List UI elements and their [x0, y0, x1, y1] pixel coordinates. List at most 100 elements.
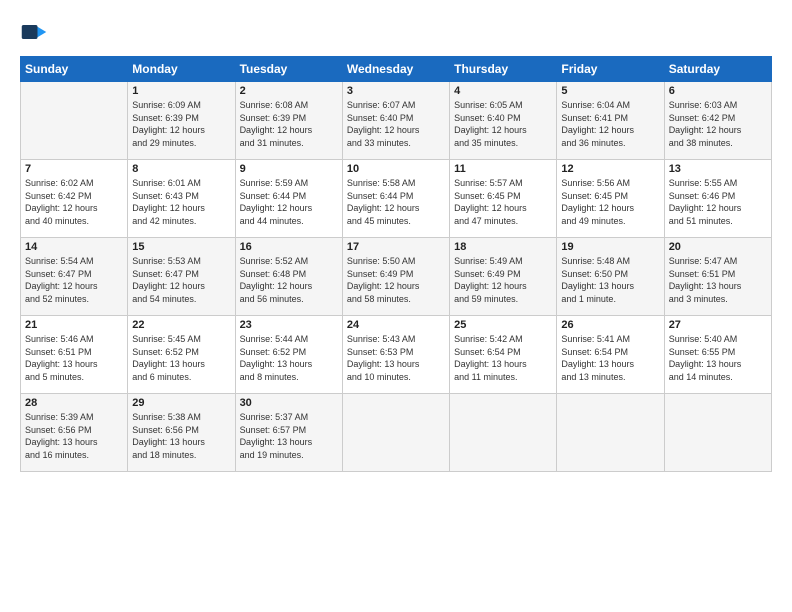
calendar-cell: 9 Sunrise: 5:59 AM Sunset: 6:44 PM Daylig… — [235, 160, 342, 238]
weekday-header-friday: Friday — [557, 57, 664, 82]
calendar-cell: 15 Sunrise: 5:53 AM Sunset: 6:47 PM Dayli… — [128, 238, 235, 316]
weekday-header-tuesday: Tuesday — [235, 57, 342, 82]
calendar-cell: 11Sunrise: 5:57 AM Sunset: 6:45 PM Dayli… — [450, 160, 557, 238]
calendar-cell: 22 Sunrise: 5:45 AM Sunset: 6:52 PM Dayli… — [128, 316, 235, 394]
day-info: Sunrise: 6:08 AM Sunset: 6:39 PM Dayligh… — [240, 99, 338, 149]
logo — [20, 18, 52, 46]
day-info: Sunrise: 5:39 AM Sunset: 6:56 PM Dayligh… — [25, 411, 123, 461]
day-number: 13 — [669, 163, 767, 175]
day-number: 25 — [454, 319, 552, 331]
calendar-cell: 17 Sunrise: 5:50 AM Sunset: 6:49 PM Dayli… — [342, 238, 449, 316]
day-info: Sunrise: 5:43 AM Sunset: 6:53 PM Dayligh… — [347, 333, 445, 383]
day-info: Sunrise: 5:48 AM Sunset: 6:50 PM Dayligh… — [561, 255, 659, 305]
day-number: 12 — [561, 163, 659, 175]
calendar-cell: 20 Sunrise: 5:47 AM Sunset: 6:51 PM Dayli… — [664, 238, 771, 316]
calendar-cell: 25 Sunrise: 5:42 AM Sunset: 6:54 PM Dayli… — [450, 316, 557, 394]
day-info: Sunrise: 5:55 AM Sunset: 6:46 PM Dayligh… — [669, 177, 767, 227]
day-number: 30 — [240, 397, 338, 409]
day-number: 7 — [25, 163, 123, 175]
calendar-cell: 16 Sunrise: 5:52 AM Sunset: 6:48 PM Dayli… — [235, 238, 342, 316]
calendar-cell — [342, 394, 449, 472]
day-number: 18 — [454, 241, 552, 253]
day-info: Sunrise: 6:07 AM Sunset: 6:40 PM Dayligh… — [347, 99, 445, 149]
day-info: Sunrise: 5:40 AM Sunset: 6:55 PM Dayligh… — [669, 333, 767, 383]
calendar-week-1: 1Sunrise: 6:09 AM Sunset: 6:39 PM Daylig… — [21, 82, 772, 160]
day-number: 23 — [240, 319, 338, 331]
day-number: 24 — [347, 319, 445, 331]
logo-icon — [20, 18, 48, 46]
day-info: Sunrise: 5:54 AM Sunset: 6:47 PM Dayligh… — [25, 255, 123, 305]
calendar-week-2: 7 Sunrise: 6:02 AM Sunset: 6:42 PM Daylig… — [21, 160, 772, 238]
day-number: 9 — [240, 163, 338, 175]
day-number: 4 — [454, 85, 552, 97]
day-info: Sunrise: 5:47 AM Sunset: 6:51 PM Dayligh… — [669, 255, 767, 305]
day-number: 20 — [669, 241, 767, 253]
day-info: Sunrise: 5:50 AM Sunset: 6:49 PM Dayligh… — [347, 255, 445, 305]
day-number: 10 — [347, 163, 445, 175]
day-info: Sunrise: 5:38 AM Sunset: 6:56 PM Dayligh… — [132, 411, 230, 461]
day-number: 29 — [132, 397, 230, 409]
day-info: Sunrise: 5:49 AM Sunset: 6:49 PM Dayligh… — [454, 255, 552, 305]
calendar-table: SundayMondayTuesdayWednesdayThursdayFrid… — [20, 56, 772, 472]
day-info: Sunrise: 5:45 AM Sunset: 6:52 PM Dayligh… — [132, 333, 230, 383]
day-info: Sunrise: 5:59 AM Sunset: 6:44 PM Dayligh… — [240, 177, 338, 227]
calendar-cell: 1Sunrise: 6:09 AM Sunset: 6:39 PM Daylig… — [128, 82, 235, 160]
calendar-cell: 12 Sunrise: 5:56 AM Sunset: 6:45 PM Dayli… — [557, 160, 664, 238]
day-info: Sunrise: 5:56 AM Sunset: 6:45 PM Dayligh… — [561, 177, 659, 227]
calendar-cell: 24 Sunrise: 5:43 AM Sunset: 6:53 PM Dayli… — [342, 316, 449, 394]
calendar-cell: 26Sunrise: 5:41 AM Sunset: 6:54 PM Dayli… — [557, 316, 664, 394]
day-number: 8 — [132, 163, 230, 175]
calendar-cell: 23 Sunrise: 5:44 AM Sunset: 6:52 PM Dayli… — [235, 316, 342, 394]
day-info: Sunrise: 6:01 AM Sunset: 6:43 PM Dayligh… — [132, 177, 230, 227]
weekday-header-saturday: Saturday — [664, 57, 771, 82]
calendar-cell — [557, 394, 664, 472]
calendar-cell: 19Sunrise: 5:48 AM Sunset: 6:50 PM Dayli… — [557, 238, 664, 316]
calendar-cell: 18 Sunrise: 5:49 AM Sunset: 6:49 PM Dayli… — [450, 238, 557, 316]
calendar-cell: 6 Sunrise: 6:03 AM Sunset: 6:42 PM Daylig… — [664, 82, 771, 160]
day-info: Sunrise: 5:57 AM Sunset: 6:45 PM Dayligh… — [454, 177, 552, 227]
calendar-cell: 7 Sunrise: 6:02 AM Sunset: 6:42 PM Daylig… — [21, 160, 128, 238]
calendar-cell — [664, 394, 771, 472]
day-number: 2 — [240, 85, 338, 97]
day-number: 28 — [25, 397, 123, 409]
day-info: Sunrise: 5:53 AM Sunset: 6:47 PM Dayligh… — [132, 255, 230, 305]
calendar-cell — [21, 82, 128, 160]
calendar-week-4: 21Sunrise: 5:46 AM Sunset: 6:51 PM Dayli… — [21, 316, 772, 394]
calendar-cell: 28 Sunrise: 5:39 AM Sunset: 6:56 PM Dayli… — [21, 394, 128, 472]
day-info: Sunrise: 6:04 AM Sunset: 6:41 PM Dayligh… — [561, 99, 659, 149]
day-number: 16 — [240, 241, 338, 253]
calendar-cell: 2 Sunrise: 6:08 AM Sunset: 6:39 PM Daylig… — [235, 82, 342, 160]
day-info: Sunrise: 6:09 AM Sunset: 6:39 PM Dayligh… — [132, 99, 230, 149]
calendar-cell: 30 Sunrise: 5:37 AM Sunset: 6:57 PM Dayli… — [235, 394, 342, 472]
day-number: 17 — [347, 241, 445, 253]
weekday-header-wednesday: Wednesday — [342, 57, 449, 82]
day-number: 5 — [561, 85, 659, 97]
calendar-cell: 10Sunrise: 5:58 AM Sunset: 6:44 PM Dayli… — [342, 160, 449, 238]
day-info: Sunrise: 5:37 AM Sunset: 6:57 PM Dayligh… — [240, 411, 338, 461]
day-info: Sunrise: 6:03 AM Sunset: 6:42 PM Dayligh… — [669, 99, 767, 149]
calendar-week-5: 28 Sunrise: 5:39 AM Sunset: 6:56 PM Dayli… — [21, 394, 772, 472]
day-info: Sunrise: 6:02 AM Sunset: 6:42 PM Dayligh… — [25, 177, 123, 227]
calendar-cell: 8 Sunrise: 6:01 AM Sunset: 6:43 PM Daylig… — [128, 160, 235, 238]
calendar-cell: 14Sunrise: 5:54 AM Sunset: 6:47 PM Dayli… — [21, 238, 128, 316]
day-info: Sunrise: 5:52 AM Sunset: 6:48 PM Dayligh… — [240, 255, 338, 305]
weekday-header-monday: Monday — [128, 57, 235, 82]
calendar-cell: 4Sunrise: 6:05 AM Sunset: 6:40 PM Daylig… — [450, 82, 557, 160]
weekday-header-sunday: Sunday — [21, 57, 128, 82]
calendar-cell: 29 Sunrise: 5:38 AM Sunset: 6:56 PM Dayli… — [128, 394, 235, 472]
day-number: 22 — [132, 319, 230, 331]
calendar-cell: 13 Sunrise: 5:55 AM Sunset: 6:46 PM Dayli… — [664, 160, 771, 238]
calendar-cell — [450, 394, 557, 472]
calendar-cell: 21Sunrise: 5:46 AM Sunset: 6:51 PM Dayli… — [21, 316, 128, 394]
calendar-cell: 3Sunrise: 6:07 AM Sunset: 6:40 PM Daylig… — [342, 82, 449, 160]
weekday-header-thursday: Thursday — [450, 57, 557, 82]
calendar-cell: 27 Sunrise: 5:40 AM Sunset: 6:55 PM Dayli… — [664, 316, 771, 394]
day-info: Sunrise: 5:44 AM Sunset: 6:52 PM Dayligh… — [240, 333, 338, 383]
day-info: Sunrise: 5:46 AM Sunset: 6:51 PM Dayligh… — [25, 333, 123, 383]
day-number: 6 — [669, 85, 767, 97]
day-number: 27 — [669, 319, 767, 331]
weekday-header-row: SundayMondayTuesdayWednesdayThursdayFrid… — [21, 57, 772, 82]
day-info: Sunrise: 5:42 AM Sunset: 6:54 PM Dayligh… — [454, 333, 552, 383]
day-number: 26 — [561, 319, 659, 331]
day-number: 15 — [132, 241, 230, 253]
